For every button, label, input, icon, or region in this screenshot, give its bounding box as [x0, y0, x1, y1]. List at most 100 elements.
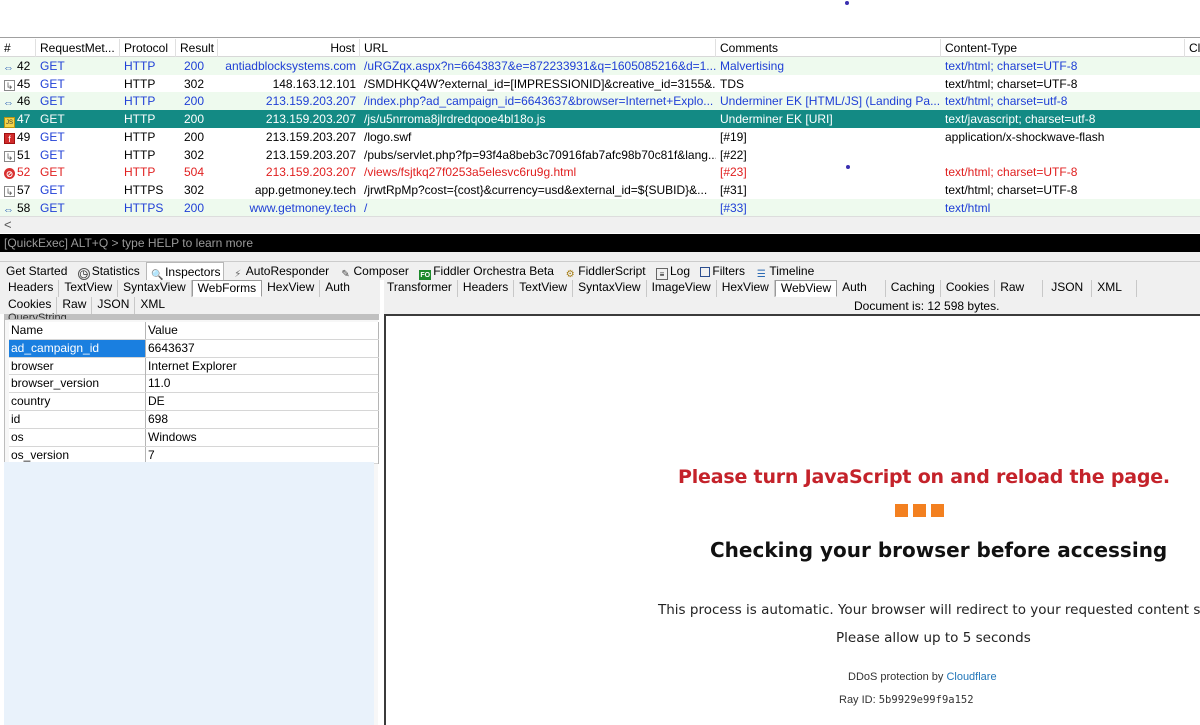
session-method-cell: GET — [40, 76, 65, 91]
resp-tab-caching[interactable]: Caching — [886, 280, 941, 297]
tab-get-started[interactable]: Get Started — [0, 262, 70, 280]
session-id-cell: ↳ 45 — [0, 75, 36, 93]
session-result-cell: 200 — [183, 94, 205, 109]
querystring-row[interactable]: os Windows — [9, 428, 379, 447]
session-row[interactable]: ↳ 57 GET HTTPS 302 app.getmoney.tech/jrwtRpMp… — [0, 180, 1200, 199]
session-id: 46 — [17, 94, 31, 109]
req-tab-json[interactable]: JSON — [92, 297, 136, 314]
querystring-empty-area — [4, 462, 374, 725]
resp-tab-textview[interactable]: TextView — [514, 280, 574, 297]
querystring-row[interactable]: country DE — [9, 393, 379, 411]
sessions-hscroll[interactable]: < — [0, 216, 1200, 233]
resp-tab-auth[interactable]: Auth — [837, 280, 886, 297]
resp-tab-xml[interactable]: XML — [1092, 280, 1137, 297]
resp-tab-json[interactable]: JSON — [1043, 280, 1093, 297]
session-method-cell: GET — [40, 147, 65, 162]
tab-autoresponder[interactable]: ⚡ AutoResponder — [228, 262, 332, 280]
querystring-row[interactable]: browser_version 11.0 — [9, 375, 379, 394]
querystring-param-name[interactable]: ad_campaign_id — [9, 339, 146, 357]
querystring-param-value[interactable]: DE — [146, 393, 379, 411]
session-row[interactable]: f 49 GET HTTP 200 213.159.203.207/logo.swf [#1… — [0, 127, 1200, 146]
session-id: 42 — [17, 59, 31, 73]
querystring-table: Name Value ad_campaign_id 6643637 browser I… — [9, 322, 379, 465]
querystring-row[interactable]: ad_campaign_id 6643637 — [9, 339, 379, 358]
req-tab-headers[interactable]: Headers — [4, 280, 60, 297]
tab-fiddler-orchestra[interactable]: FO Fiddler Orchestra Beta — [415, 262, 557, 282]
col-header-method[interactable]: RequestMet... — [36, 39, 120, 57]
tab-filters-label: Filters — [712, 264, 746, 278]
querystring-param-value[interactable]: 6643637 — [146, 339, 379, 357]
session-comments-cell: Underminer EK [URI] — [720, 112, 833, 127]
col-header-host[interactable]: Host — [218, 39, 360, 57]
col-header-protocol[interactable]: Protocol — [120, 39, 176, 57]
sessions-grid[interactable]: # RequestMet... Protocol Result Host URL… — [0, 37, 1200, 233]
session-comments-cell: [#23] — [720, 165, 747, 180]
tab-filters[interactable]: Filters — [696, 262, 748, 280]
session-row[interactable]: JS 47 GET HTTP 200 213.159.203.207/js/u5nrrom… — [0, 110, 1200, 129]
col-header-content-type[interactable]: Content-Type — [941, 39, 1185, 57]
req-tab-hexview[interactable]: HexView — [262, 280, 321, 297]
arrows-icon: ⇔ — [3, 97, 14, 110]
tab-fiddlerscript[interactable]: ⚙ FiddlerScript — [560, 262, 648, 280]
panel-splitter[interactable] — [0, 252, 1200, 262]
tab-timeline[interactable]: ☰ Timeline — [751, 262, 817, 280]
querystring-param-name[interactable]: id — [9, 410, 146, 428]
req-tab-textview[interactable]: TextView — [59, 280, 119, 297]
resp-tab-imageview[interactable]: ImageView — [647, 280, 717, 297]
session-row[interactable]: ⊘ 52 GET HTTP 504 213.159.203.207/views/fsjtk… — [0, 163, 1200, 182]
session-id-cell: ⇔ 58 — [0, 199, 36, 217]
col-header-result[interactable]: Result — [176, 39, 218, 57]
session-row[interactable]: ↳ 45 GET HTTP 302 148.163.12.101/SMDHKQ4W?ext… — [0, 74, 1200, 93]
session-protocol-cell: HTTP — [124, 147, 156, 162]
col-header-id[interactable]: # — [0, 39, 36, 57]
webview-panel[interactable]: Please turn JavaScript on and reload the… — [384, 314, 1200, 725]
req-tab-auth[interactable]: Auth — [320, 280, 355, 297]
stray-dot-2 — [846, 165, 850, 169]
querystring-param-name[interactable]: country — [9, 393, 146, 411]
querystring-row[interactable]: id 698 — [9, 410, 379, 429]
tab-composer[interactable]: ✎ Composer — [336, 262, 412, 280]
querystring-param-value[interactable]: Windows — [146, 428, 379, 446]
resp-tab-raw[interactable]: Raw — [995, 280, 1044, 297]
session-row[interactable]: ⇔ 58 GET HTTPS 200 www.getmoney.tech / [#33] tex… — [0, 198, 1200, 217]
cloudflare-link[interactable]: Cloudflare — [946, 671, 996, 683]
querystring-name-header[interactable]: Name — [9, 322, 146, 339]
tab-log[interactable]: ≡ Log — [652, 262, 693, 280]
col-header-extra[interactable]: Cl — [1185, 39, 1200, 57]
querystring-row[interactable]: browser Internet Explorer — [9, 357, 379, 376]
session-row[interactable]: ⇔ 42 GET HTTP 200 antiadblocksystems.com/uRGZ… — [0, 57, 1200, 75]
resp-tab-hexview[interactable]: HexView — [717, 280, 775, 297]
req-tab-syntaxview[interactable]: SyntaxView — [118, 280, 192, 297]
col-header-comments[interactable]: Comments — [716, 39, 941, 57]
session-result-cell: 200 — [183, 112, 205, 127]
session-result-cell: 200 — [183, 129, 205, 144]
session-row[interactable]: ↳ 51 GET HTTP 302 213.159.203.207/pubs/servle… — [0, 145, 1200, 164]
querystring-param-name[interactable]: browser — [9, 357, 146, 375]
col-header-url[interactable]: URL — [360, 39, 716, 57]
resp-tab-cookies[interactable]: Cookies — [941, 280, 996, 297]
document-size: Document is: 12 598 bytes. — [854, 299, 1000, 313]
tab-statistics[interactable]: ◷ Statistics — [74, 262, 143, 280]
resp-tab-transformer[interactable]: Transformer — [384, 280, 458, 297]
quickexec-bar[interactable]: [QuickExec] ALT+Q > type HELP to learn m… — [0, 234, 1200, 252]
response-tabs: Transformer Headers TextView SyntaxView Imag… — [384, 280, 1200, 314]
tab-inspectors[interactable]: 🔍 Inspectors — [146, 262, 225, 281]
resp-tab-syntaxview[interactable]: SyntaxView — [573, 280, 647, 297]
statistics-icon: ◷ — [77, 268, 90, 280]
querystring-param-value[interactable]: 11.0 — [146, 375, 379, 393]
resp-tab-webview[interactable]: WebView — [774, 280, 838, 297]
resp-tab-headers[interactable]: Headers — [458, 280, 515, 297]
req-tab-webforms[interactable]: WebForms — [191, 280, 263, 297]
querystring-param-value[interactable]: Internet Explorer — [146, 357, 379, 375]
querystring-value-header[interactable]: Value — [146, 322, 379, 339]
session-id: 47 — [17, 112, 31, 127]
querystring-param-name[interactable]: os — [9, 428, 146, 446]
session-row[interactable]: ⇔ 46 GET HTTP 200 213.159.203.207/index.php?a… — [0, 92, 1200, 111]
querystring-param-name[interactable]: browser_version — [9, 375, 146, 393]
session-result-cell: 200 — [183, 59, 205, 73]
req-tab-xml[interactable]: XML — [135, 297, 170, 314]
scroll-left-icon[interactable]: < — [4, 217, 12, 233]
querystring-param-value[interactable]: 698 — [146, 410, 379, 428]
session-method-cell: GET — [40, 165, 65, 180]
tab-timeline-label: Timeline — [769, 264, 815, 278]
